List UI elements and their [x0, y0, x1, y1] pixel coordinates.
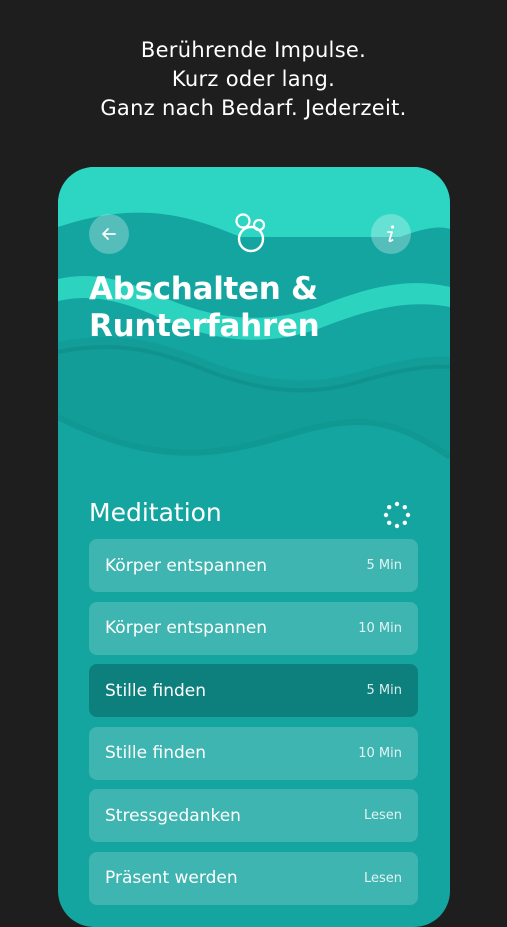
list-item-duration: 10 Min: [358, 745, 402, 761]
info-button[interactable]: [371, 214, 411, 254]
list-item-label: Stressgedanken: [105, 805, 241, 826]
list-item[interactable]: Körper entspannen 5 Min: [89, 539, 418, 592]
promo-line-2: Kurz oder lang.: [171, 67, 336, 91]
list-item-label: Körper entspannen: [105, 618, 268, 639]
list-item-label: Körper entspannen: [105, 555, 268, 576]
page-title: Abschalten & Runterfahren: [89, 271, 320, 345]
list-item[interactable]: Stille finden 10 Min: [89, 726, 418, 780]
list-item-duration: 5 Min: [366, 683, 402, 699]
back-button[interactable]: [89, 214, 129, 254]
list-item-label: Präsent werden: [105, 868, 238, 889]
info-icon: [387, 225, 395, 243]
list-item-label: Stille finden: [105, 680, 206, 701]
page-title-line-2: Runterfahren: [89, 308, 320, 344]
page-title-line-1: Abschalten &: [89, 271, 318, 307]
promo-tagline: Berührende Impulse. Kurz oder lang. Ganz…: [0, 36, 507, 123]
promo-line-1: Berührende Impulse.: [140, 38, 367, 62]
bubbles-logo-icon: [235, 213, 266, 253]
phone-screen: Abschalten & Runterfahren Meditation Kör…: [58, 167, 450, 927]
arrow-left-icon: [102, 228, 116, 240]
list-item[interactable]: Stressgedanken Lesen: [89, 789, 418, 843]
dotted-circle-loader-icon[interactable]: [383, 501, 411, 529]
list-item[interactable]: Präsent werden Lesen: [89, 851, 418, 905]
section-title: Meditation: [89, 498, 222, 527]
list-item[interactable]: Körper entspannen 10 Min: [89, 601, 418, 655]
list-item-selected[interactable]: Stille finden 5 Min: [89, 664, 418, 718]
meditation-list: Körper entspannen 5 Min Körper entspanne…: [89, 539, 418, 915]
promo-line-3: Ganz nach Bedarf. Jederzeit.: [100, 96, 407, 120]
list-item-type: Lesen: [363, 808, 402, 824]
list-item-duration: 5 Min: [366, 558, 402, 573]
list-item-label: Stille finden: [105, 743, 206, 764]
list-item-duration: 10 Min: [358, 620, 402, 636]
list-item-type: Lesen: [363, 870, 402, 886]
